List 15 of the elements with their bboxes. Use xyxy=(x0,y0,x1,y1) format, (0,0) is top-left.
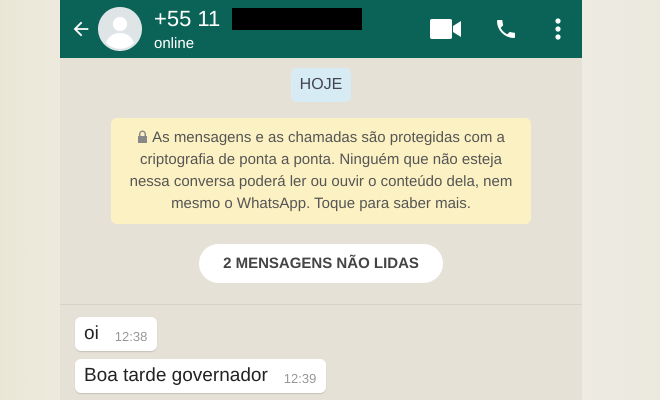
message-time: 12:38 xyxy=(114,329,148,345)
video-call-icon[interactable] xyxy=(430,18,462,40)
avatar-icon[interactable] xyxy=(98,7,142,51)
encryption-notice-text: As mensagens e as chamadas são protegidas com a criptografia de ponta a ponta. Ninguém que não esteja nessa conversa poderá ler ou ouvir o conteúdo dela, nem mesmo o WhatsApp. Toque para saber mais. xyxy=(128,128,514,214)
contact-status: online xyxy=(154,35,196,52)
message-time: 12:39 xyxy=(284,371,316,387)
contact-title: +55 11 xyxy=(154,6,220,32)
unread-messages-chip: 2 MENSAGENS NÃO LIDAS xyxy=(199,244,443,283)
date-chip: HOJE xyxy=(290,68,352,102)
message-text: Boa tarde governador xyxy=(84,365,268,387)
more-options-icon[interactable] xyxy=(554,17,562,41)
lock-icon xyxy=(137,130,148,143)
encryption-notice[interactable]: As mensagens e as chamadas são protegidas com a criptografia de ponta a ponta. Ninguém que não esteja nessa conversa poderá ler ou ouvir o conteúdo dela, nem mesmo o WhatsApp. Toque para saber mais. xyxy=(111,118,531,224)
phone-icon[interactable] xyxy=(494,17,518,41)
message-text: oi xyxy=(84,323,99,345)
